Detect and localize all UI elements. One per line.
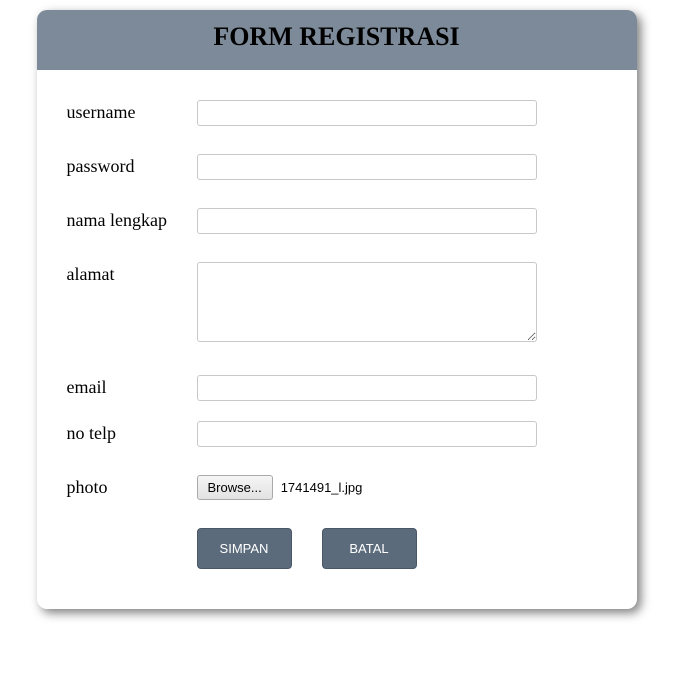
row-username: username (67, 100, 607, 126)
row-nama-lengkap: nama lengkap (67, 208, 607, 234)
save-button[interactable]: SIMPAN (197, 528, 292, 569)
label-password: password (67, 154, 197, 177)
row-alamat: alamat (67, 262, 607, 347)
form-body: username password nama lengkap alamat em (37, 70, 637, 609)
form-title: FORM REGISTRASI (213, 22, 459, 51)
row-photo: photo Browse... 1741491_l.jpg (67, 475, 607, 500)
row-password: password (67, 154, 607, 180)
selected-filename: 1741491_l.jpg (281, 480, 363, 495)
label-no-telp: no telp (67, 421, 197, 444)
form-actions: SIMPAN BATAL (197, 528, 607, 569)
row-no-telp: no telp (67, 421, 607, 447)
form-header: FORM REGISTRASI (37, 10, 637, 70)
password-input[interactable] (197, 154, 537, 180)
label-alamat: alamat (67, 262, 197, 285)
username-input[interactable] (197, 100, 537, 126)
label-email: email (67, 375, 197, 398)
row-email: email (67, 375, 607, 401)
label-username: username (67, 100, 197, 123)
registration-card: FORM REGISTRASI username password nama l… (37, 10, 637, 609)
file-picker: Browse... 1741491_l.jpg (197, 475, 607, 500)
label-nama-lengkap: nama lengkap (67, 208, 197, 231)
no-telp-input[interactable] (197, 421, 537, 447)
alamat-textarea[interactable] (197, 262, 537, 342)
cancel-button[interactable]: BATAL (322, 528, 417, 569)
nama-lengkap-input[interactable] (197, 208, 537, 234)
label-photo: photo (67, 475, 197, 498)
email-input[interactable] (197, 375, 537, 401)
browse-button[interactable]: Browse... (197, 475, 273, 500)
